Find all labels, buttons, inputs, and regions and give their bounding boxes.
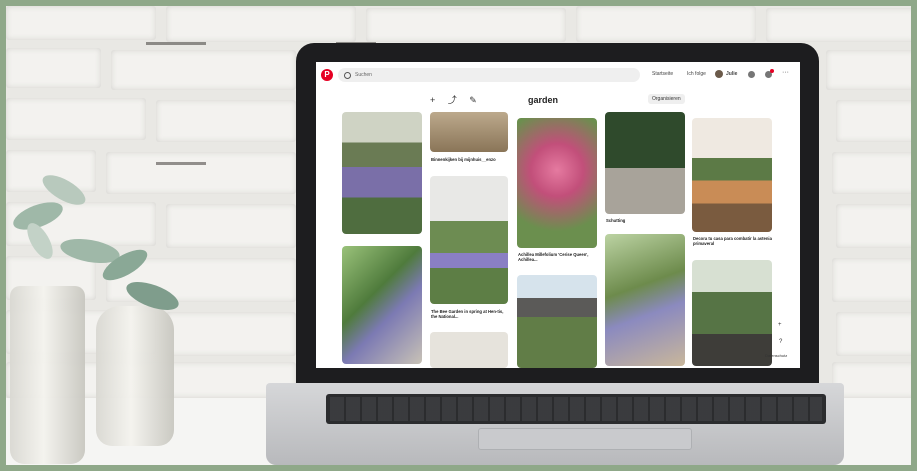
pin-image[interactable] <box>692 260 772 366</box>
pin-image[interactable] <box>517 118 597 248</box>
organize-button[interactable]: Organisieren <box>648 94 685 104</box>
pin-image[interactable] <box>430 112 508 152</box>
nav-user[interactable]: Julie <box>726 71 737 77</box>
nav-ich-folge[interactable]: Ich folge <box>687 71 706 77</box>
datenschutz-link[interactable]: Datenschutz <box>765 353 787 358</box>
pinterest-header: P Suchen Startseite Ich folge Julie ··· <box>316 62 800 88</box>
photo-frame: P Suchen Startseite Ich folge Julie ··· … <box>0 0 917 471</box>
add-button[interactable]: + <box>778 322 782 328</box>
laptop-screen: P Suchen Startseite Ich folge Julie ··· … <box>316 62 800 368</box>
pin-image[interactable] <box>342 246 422 364</box>
keyboard-keys <box>330 397 822 421</box>
pin-caption: Binnenkijken bij mijnhuis__enzo <box>431 157 496 162</box>
pin-image[interactable] <box>342 112 422 234</box>
pin-image[interactable] <box>517 275 597 368</box>
glass-jar <box>10 286 85 464</box>
pin-image[interactable] <box>430 176 508 304</box>
board-title: garden <box>528 95 559 105</box>
pin-image[interactable] <box>692 118 772 232</box>
glass-bottle <box>96 306 174 446</box>
pinterest-logo-icon[interactable]: P <box>321 69 333 81</box>
search-bar[interactable]: Suchen <box>338 68 640 82</box>
trackpad <box>478 428 692 450</box>
pin-caption: The Bee Garden in spring at Hen-tis, the… <box>431 309 504 319</box>
notification-badge <box>770 69 774 73</box>
pin-caption: Schutting <box>606 218 626 223</box>
search-placeholder: Suchen <box>355 72 372 78</box>
pin-image[interactable] <box>430 332 508 368</box>
pin-image[interactable] <box>605 234 685 366</box>
pin-image[interactable] <box>605 112 685 214</box>
board-tools-icons[interactable]: + ⤴ ✎ <box>430 93 482 106</box>
chat-icon[interactable] <box>748 71 755 78</box>
pin-caption: Decora tu casa para combatir la astenia … <box>693 236 772 246</box>
search-icon <box>344 71 351 79</box>
pin-caption: Achillea Millefolium 'Cerise Queen', Ach… <box>518 252 589 262</box>
help-button[interactable]: ? <box>779 339 782 345</box>
more-icon[interactable]: ··· <box>782 69 789 76</box>
nav-startseite[interactable]: Startseite <box>652 71 673 77</box>
avatar[interactable] <box>715 70 723 78</box>
